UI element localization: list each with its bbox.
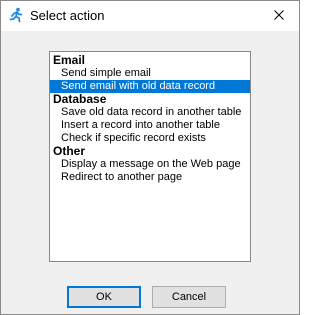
action-list[interactable]: Email Send simple email Send email with ol… xyxy=(49,51,251,262)
action-list-item[interactable]: Redirect to another page xyxy=(50,171,250,184)
group-header-other: Other xyxy=(53,144,86,158)
ok-button[interactable]: OK xyxy=(67,286,141,308)
title-bar[interactable]: Select action xyxy=(1,1,299,31)
running-figure-icon xyxy=(8,7,24,23)
group-header-database: Database xyxy=(53,92,107,106)
select-action-dialog: Select action Email Send simple email Send… xyxy=(0,0,300,315)
action-list-item[interactable]: Send simple email xyxy=(50,67,250,80)
group-header-email: Email xyxy=(53,53,86,67)
action-list-item[interactable]: Save old data record in another table xyxy=(50,106,250,119)
cancel-button[interactable]: Cancel xyxy=(152,286,226,308)
close-icon xyxy=(274,7,284,25)
close-button[interactable] xyxy=(259,1,299,31)
dialog-title: Select action xyxy=(30,8,105,23)
action-list-item[interactable]: Insert a record into another table xyxy=(50,119,250,132)
action-list-item[interactable]: Display a message on the Web page xyxy=(50,158,250,171)
